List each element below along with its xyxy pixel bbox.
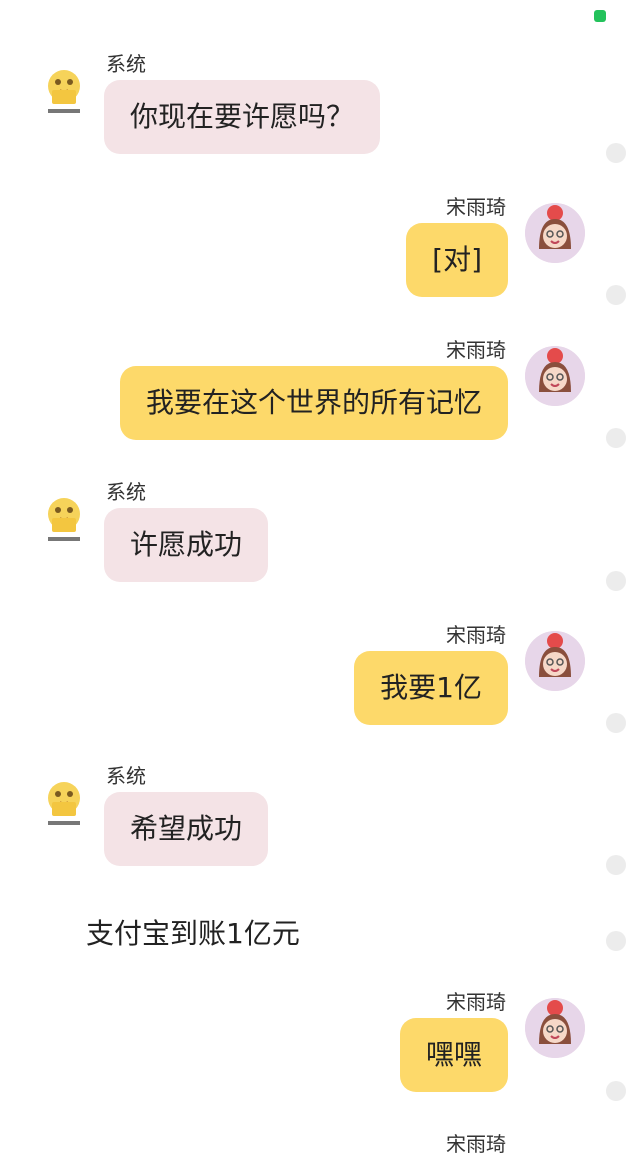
sender-name: 宋雨琦 xyxy=(446,623,506,647)
user-avatar[interactable] xyxy=(525,203,585,263)
girl-avatar-icon xyxy=(525,346,585,406)
message-bubble[interactable]: 我要1亿 xyxy=(354,651,508,725)
plain-message[interactable]: 支付宝到账1亿元 xyxy=(86,912,300,952)
scroll-dot[interactable] xyxy=(606,855,626,875)
user-avatar[interactable] xyxy=(525,346,585,406)
system-avatar[interactable] xyxy=(34,60,94,120)
message-bubble[interactable]: 你现在要许愿吗？ xyxy=(104,80,381,154)
scroll-dot[interactable] xyxy=(606,931,626,951)
sender-name: 宋雨琦 xyxy=(446,1132,506,1156)
girl-avatar-icon xyxy=(525,998,585,1058)
sender-name: 系统 xyxy=(106,52,146,76)
sender-name: 系统 xyxy=(106,764,146,788)
message-bubble[interactable]: 许愿成功 xyxy=(104,508,269,582)
status-indicator-icon xyxy=(594,10,606,22)
scroll-dot[interactable] xyxy=(606,571,626,591)
sender-name: 宋雨琦 xyxy=(446,990,506,1014)
sender-name: 系统 xyxy=(106,480,146,504)
sender-name: 宋雨琦 xyxy=(446,195,506,219)
message-bubble[interactable]: 嘿嘿 xyxy=(399,1018,508,1092)
cartoon-bird-icon xyxy=(46,782,82,826)
scroll-dot[interactable] xyxy=(606,285,626,305)
scroll-dot[interactable] xyxy=(606,428,626,448)
cartoon-bird-icon xyxy=(46,70,82,114)
system-avatar[interactable] xyxy=(34,772,94,832)
scroll-dot[interactable] xyxy=(606,713,626,733)
message-bubble[interactable]: 我要在这个世界的所有记忆 xyxy=(119,366,508,440)
message-bubble[interactable]: [对] xyxy=(406,223,508,297)
user-avatar[interactable] xyxy=(525,998,585,1058)
message-bubble[interactable]: 希望成功 xyxy=(104,792,269,866)
sender-name: 宋雨琦 xyxy=(446,338,506,362)
girl-avatar-icon xyxy=(525,203,585,263)
system-avatar[interactable] xyxy=(34,488,94,548)
scroll-dot[interactable] xyxy=(606,1081,626,1101)
scroll-dot[interactable] xyxy=(606,143,626,163)
girl-avatar-icon xyxy=(525,631,585,691)
cartoon-bird-icon xyxy=(46,498,82,542)
user-avatar[interactable] xyxy=(525,631,585,691)
